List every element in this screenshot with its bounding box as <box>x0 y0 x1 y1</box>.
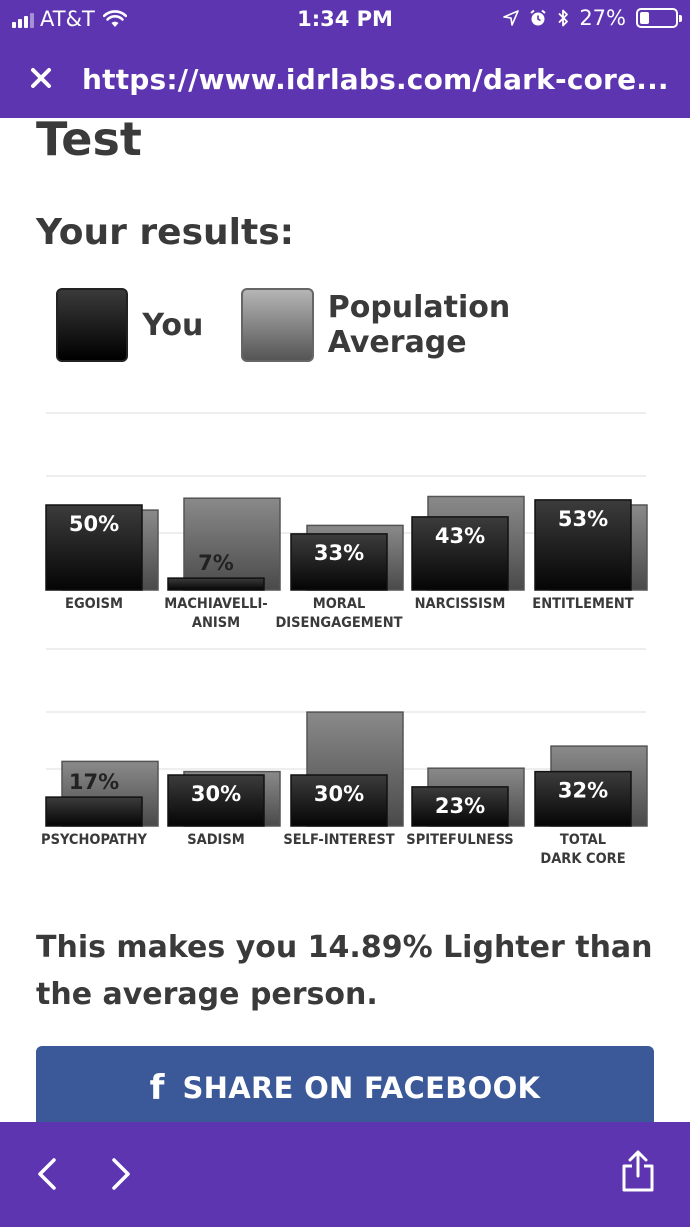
category-label: MORAL <box>313 596 366 612</box>
close-icon <box>31 67 51 88</box>
battery-icon <box>636 8 682 28</box>
forward-button[interactable] <box>98 1152 142 1196</box>
category-label: MACHIAVELLI- <box>164 596 267 612</box>
result-summary: This makes you 14.89% Lighter than the a… <box>36 930 653 1012</box>
chevron-left-icon <box>38 1158 56 1190</box>
alarm-icon <box>530 9 546 26</box>
page-title: Test <box>36 118 142 166</box>
category-label: PSYCHOPATHY <box>41 832 147 848</box>
browser-top-bar: AT&T 1:34 PM 27% https://www.idrlabs.com… <box>0 0 690 118</box>
bar-you <box>290 774 388 827</box>
bar-you <box>167 577 265 591</box>
category-label: SELF-INTEREST <box>283 832 394 848</box>
share-facebook-button[interactable]: f SHARE ON FACEBOOK <box>36 1046 654 1122</box>
bar-you <box>411 516 509 591</box>
status-bar: AT&T 1:34 PM 27% <box>0 0 690 40</box>
legend-label-population: Population Average <box>327 290 511 360</box>
legend-swatch-population <box>241 288 314 362</box>
legend-label-you: You <box>142 307 204 343</box>
bar-you <box>45 796 143 827</box>
legend-swatch-you <box>56 288 129 362</box>
back-button[interactable] <box>26 1152 70 1196</box>
bluetooth-icon <box>558 9 569 27</box>
share-button[interactable] <box>616 1148 660 1192</box>
bar-you <box>534 499 632 591</box>
battery-percent: 27% <box>579 6 626 30</box>
chevron-right-icon <box>112 1158 130 1190</box>
page-url[interactable]: https://www.idrlabs.com/dark-core... <box>82 63 672 96</box>
url-bar: https://www.idrlabs.com/dark-core... <box>0 40 690 118</box>
category-label: DISENGAGEMENT <box>275 615 402 631</box>
category-label: NARCISSISM <box>415 596 506 612</box>
close-button[interactable] <box>0 62 82 97</box>
category-label: SADISM <box>187 832 245 848</box>
bar-you <box>411 786 509 827</box>
share-icon <box>622 1150 654 1192</box>
category-label: TOTAL <box>560 832 606 848</box>
category-label: SPITEFULNESS <box>406 832 513 848</box>
bar-you <box>45 504 143 591</box>
battery-fill <box>640 12 650 24</box>
chart-legend: You Population Average <box>56 288 690 362</box>
location-arrow-icon <box>503 10 520 26</box>
browser-bottom-toolbar <box>0 1122 690 1227</box>
category-label: ENTITLEMENT <box>532 596 634 612</box>
facebook-icon: f <box>149 1068 165 1108</box>
page-content[interactable]: Test Your results: You Population Averag… <box>0 118 690 1122</box>
category-label: ANISM <box>192 615 240 631</box>
status-indicators: 27% <box>503 6 682 30</box>
bar-you <box>534 770 632 827</box>
results-heading: Your results: <box>36 212 295 253</box>
bar-you <box>290 533 388 591</box>
bar-population <box>183 497 281 591</box>
bar-you <box>167 774 265 827</box>
share-facebook-label: SHARE ON FACEBOOK <box>182 1071 541 1105</box>
category-label: EGOISM <box>65 596 123 612</box>
category-label: DARK CORE <box>540 851 625 867</box>
